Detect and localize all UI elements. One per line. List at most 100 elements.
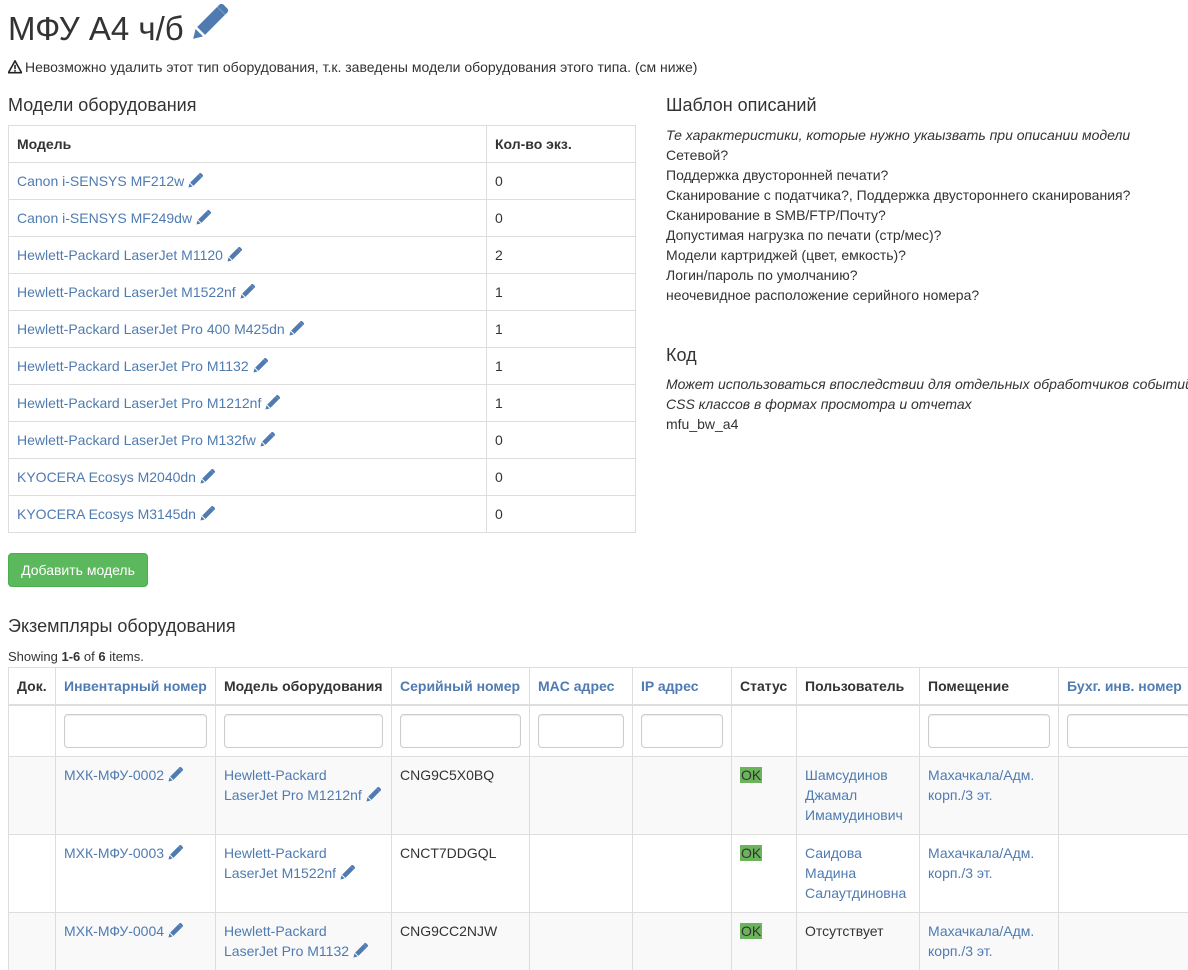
- model-link[interactable]: Hewlett-Packard LaserJet Pro M132fw: [17, 432, 256, 448]
- pencil-icon[interactable]: [200, 506, 215, 521]
- model-link[interactable]: Hewlett-Packard LaserJet Pro M1132: [224, 923, 349, 959]
- user-link-line: Саидова: [805, 845, 862, 861]
- filter-serial-input[interactable]: [400, 714, 521, 748]
- sort-inventory-number[interactable]: Инвентарный номер: [55, 667, 216, 706]
- room-link-line: корп./3 эт.: [928, 787, 993, 803]
- filter-ip-input[interactable]: [641, 714, 723, 748]
- filter-cell-empty: [731, 704, 797, 757]
- inventory-number-link[interactable]: МХК-МФУ-0004: [64, 923, 164, 939]
- model-link[interactable]: KYOCERA Ecosys M2040dn: [17, 469, 196, 485]
- pencil-icon[interactable]: [265, 395, 281, 410]
- model-link[interactable]: Hewlett-Packard LaserJet Pro M1212nf: [224, 767, 362, 803]
- column-header-status: Статус: [731, 667, 797, 706]
- pencil-icon[interactable]: [168, 767, 184, 782]
- room-cell: Махачкала/Адм. корп./3 эт.: [919, 834, 1059, 913]
- user-link[interactable]: Шамсудинов Джамал Имамудинович: [805, 767, 903, 823]
- add-model-button[interactable]: Добавить модель: [8, 553, 148, 587]
- doc-cell: [8, 912, 56, 970]
- model-count: 1: [486, 310, 636, 348]
- template-line: Сканирование с податчика?, Поддержка дву…: [666, 187, 1131, 203]
- sort-mac-address[interactable]: MAC адрес: [529, 667, 633, 706]
- model-name-cell: KYOCERA Ecosys M3145dn: [8, 495, 487, 533]
- model-link[interactable]: Hewlett-Packard LaserJet Pro M1212nf: [17, 395, 261, 411]
- pencil-icon[interactable]: [289, 321, 304, 336]
- serial-number: CNCT7DDGQL: [391, 834, 530, 913]
- mac-cell: [529, 756, 633, 835]
- ip-cell: [632, 912, 732, 970]
- items-table: Док. Инвентарный номер Модель оборудован…: [8, 667, 1188, 970]
- filter-cell: [632, 704, 732, 757]
- filter-cell-empty: [796, 704, 920, 757]
- model-count: 0: [486, 199, 636, 237]
- model-link[interactable]: Hewlett-Packard LaserJet M1522nf: [224, 845, 336, 881]
- showing-range: 1-6: [61, 649, 81, 664]
- inventory-number-link[interactable]: МХК-МФУ-0002: [64, 767, 164, 783]
- filter-cell: [1058, 704, 1188, 757]
- model-link[interactable]: Hewlett-Packard LaserJet Pro 400 M425dn: [17, 321, 285, 337]
- pencil-icon[interactable]: [240, 284, 255, 299]
- model-link[interactable]: Canon i-SENSYS MF249dw: [17, 210, 192, 226]
- pencil-icon[interactable]: [188, 173, 204, 188]
- inventory-number-link[interactable]: МХК-МФУ-0003: [64, 845, 164, 861]
- user-link-line: Шамсудинов: [805, 767, 888, 783]
- model-link-line: LaserJet Pro M1212nf: [224, 787, 362, 803]
- model-count: 1: [486, 273, 636, 311]
- pencil-icon[interactable]: [253, 358, 268, 373]
- template-block: Те характеристики, которые нужно укаызва…: [666, 125, 1130, 305]
- filter-room-input[interactable]: [928, 714, 1050, 748]
- user-link-line: Мадина: [805, 865, 857, 881]
- model-row: Hewlett-Packard LaserJet Pro M132fw 0: [8, 421, 636, 459]
- column-header-room: Помещение: [919, 667, 1059, 706]
- pencil-icon[interactable]: [168, 845, 184, 860]
- filter-model-input[interactable]: [224, 714, 383, 748]
- model-row: Hewlett-Packard LaserJet M1522nf 1: [8, 273, 636, 311]
- warning-triangle-icon: [7, 59, 23, 79]
- room-link-line: Махачкала/Адм.: [928, 845, 1035, 861]
- status-badge: OK: [740, 923, 763, 939]
- sort-serial-number[interactable]: Серийный номер: [391, 667, 530, 706]
- template-line: неочевидное расположение серийного номер…: [666, 287, 980, 303]
- model-row: Canon i-SENSYS MF249dw 0: [8, 199, 636, 237]
- mac-cell: [529, 834, 633, 913]
- filter-inventory-number-input[interactable]: [64, 714, 207, 748]
- pencil-icon[interactable]: [260, 432, 275, 447]
- pagination-summary: Showing 1-6 of 6 items.: [8, 647, 144, 667]
- room-link[interactable]: Махачкала/Адм. корп./3 эт.: [928, 767, 1034, 803]
- room-link[interactable]: Махачкала/Адм. корп./3 эт.: [928, 923, 1034, 959]
- page-title: МФУ А4 ч/б: [8, 4, 228, 51]
- sort-accounting-number[interactable]: Бухг. инв. номер: [1058, 667, 1188, 706]
- model-link[interactable]: Canon i-SENSYS MF212w: [17, 173, 184, 189]
- column-header-user: Пользователь: [796, 667, 920, 706]
- pencil-icon[interactable]: [196, 210, 212, 225]
- pencil-icon[interactable]: [227, 247, 242, 262]
- showing-of: of: [80, 649, 99, 664]
- pencil-icon[interactable]: [192, 4, 228, 40]
- model-count: 2: [486, 236, 636, 274]
- model-name-cell: Hewlett-Packard LaserJet M1522nf: [8, 273, 487, 311]
- warning-text: Невозможно удалить этот тип оборудования…: [25, 59, 698, 75]
- user-link[interactable]: Саидова Мадина Салаутдиновна: [805, 845, 906, 901]
- template-line: Допустимая нагрузка по печати (стр/мес)?: [666, 227, 942, 243]
- delete-warning: Невозможно удалить этот тип оборудования…: [7, 57, 698, 79]
- model-link[interactable]: KYOCERA Ecosys M3145dn: [17, 506, 196, 522]
- pencil-icon[interactable]: [340, 865, 356, 880]
- pencil-icon[interactable]: [168, 923, 184, 938]
- filter-mac-input[interactable]: [538, 714, 624, 748]
- pencil-icon[interactable]: [200, 469, 215, 484]
- model-link[interactable]: Hewlett-Packard LaserJet M1522nf: [17, 284, 236, 300]
- model-name-cell: Canon i-SENSYS MF249dw: [8, 199, 487, 237]
- room-link[interactable]: Махачкала/Адм. корп./3 эт.: [928, 845, 1034, 881]
- model-link[interactable]: Hewlett-Packard LaserJet Pro M1132: [17, 358, 249, 374]
- model-count: 1: [486, 347, 636, 385]
- model-row: KYOCERA Ecosys M2040dn 0: [8, 458, 636, 496]
- model-row: KYOCERA Ecosys M3145dn 0: [8, 495, 636, 533]
- pencil-icon[interactable]: [353, 943, 369, 958]
- filter-accounting-input[interactable]: [1067, 714, 1188, 748]
- sort-ip-address[interactable]: IP адрес: [632, 667, 732, 706]
- model-link[interactable]: Hewlett-Packard LaserJet M1120: [17, 247, 223, 263]
- items-grid: Док. Инвентарный номер Модель оборудован…: [8, 667, 1188, 970]
- pencil-icon[interactable]: [366, 787, 381, 802]
- serial-number: CNG9CC2NJW: [391, 912, 530, 970]
- model-name-cell: Hewlett-Packard LaserJet M1120: [8, 236, 487, 274]
- model-name-cell: Canon i-SENSYS MF212w: [8, 162, 487, 200]
